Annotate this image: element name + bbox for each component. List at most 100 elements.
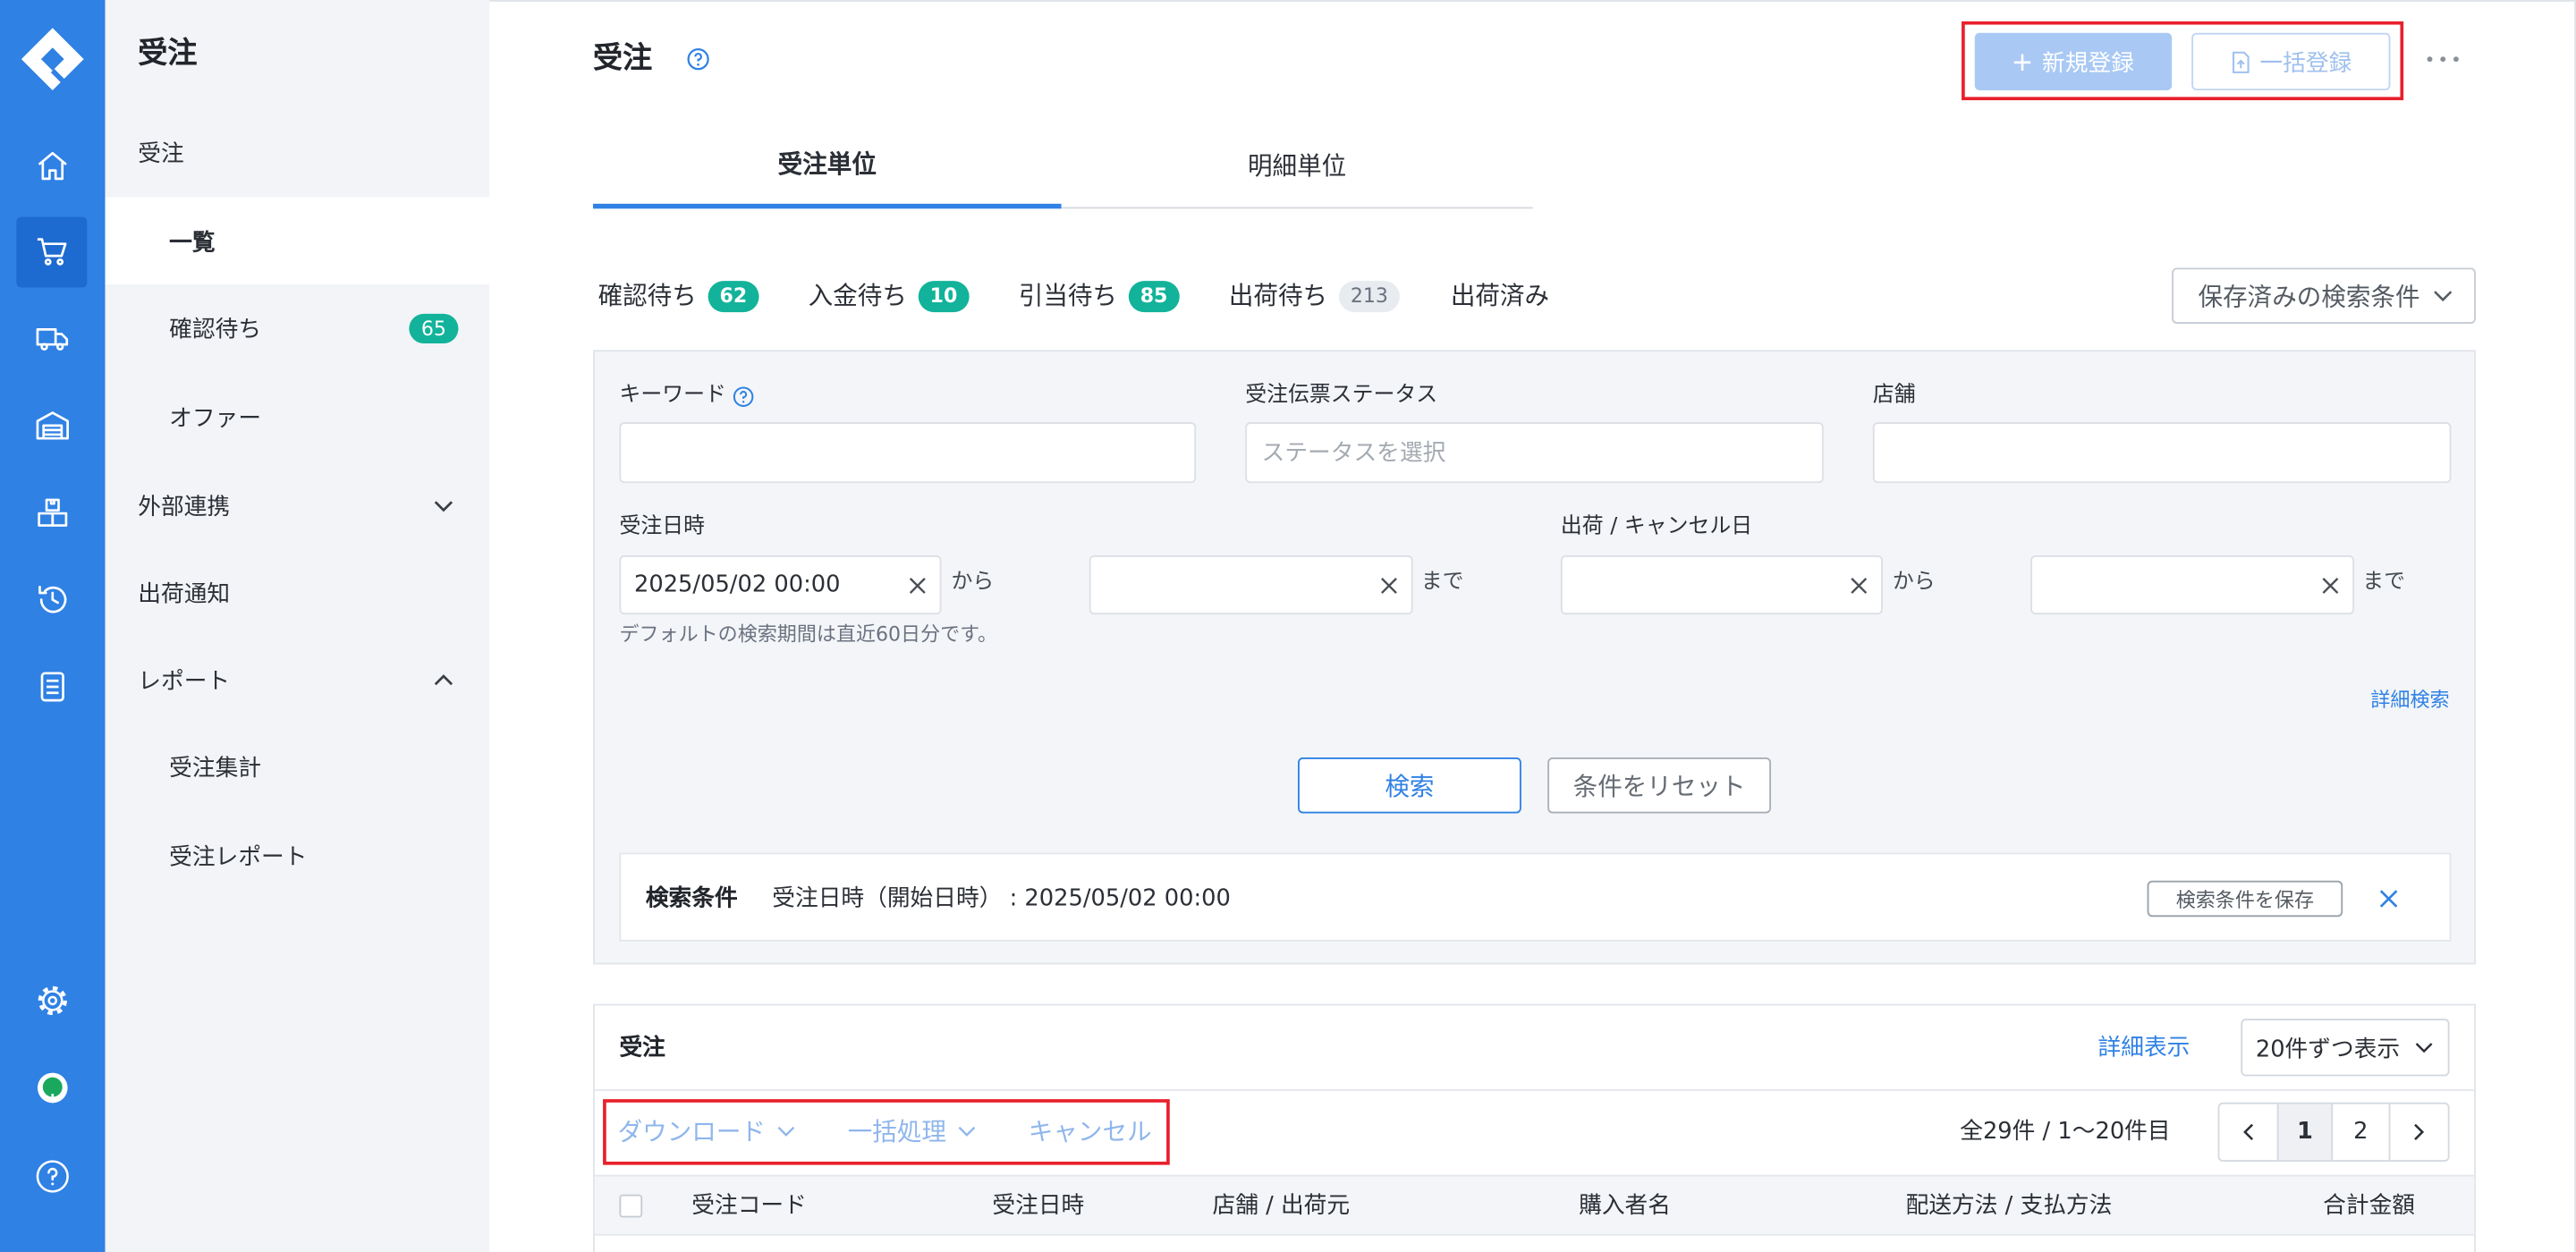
nav-master[interactable] <box>16 651 87 722</box>
status-filter-awaiting-payment[interactable]: 入金待ち 10 <box>808 276 970 316</box>
detail-view-link[interactable]: 詳細表示 <box>2098 1032 2190 1065</box>
sidebar-item-offer[interactable]: オファー <box>106 373 490 461</box>
count-badge: 65 <box>409 313 459 343</box>
sidebar-item-label: 受注レポート <box>169 844 308 871</box>
chevron-right-icon <box>2414 1123 2425 1141</box>
ship-date-from-field[interactable] <box>1560 554 1883 615</box>
tab-label: 明細単位 <box>1247 151 1347 182</box>
download-menu[interactable]: ダウンロード <box>618 1114 797 1147</box>
order-date-from-field[interactable] <box>619 554 942 615</box>
sidebar: 受注 受注 一覧 確認待ち 65 オファー 外部連携 出荷通知 レポート 受注集… <box>105 0 490 1252</box>
clear-icon[interactable] <box>2321 577 2339 595</box>
range-from-word: から <box>1892 570 1936 596</box>
logo[interactable] <box>20 26 85 91</box>
nav-warehouse[interactable] <box>16 390 87 461</box>
prev-page-button[interactable] <box>2219 1104 2276 1160</box>
nav-orders[interactable] <box>16 216 88 287</box>
page-size-select[interactable]: 20件ずつ表示 <box>2241 1019 2450 1077</box>
clear-icon[interactable] <box>909 577 927 595</box>
search-button-label: 検索 <box>1385 771 1435 801</box>
new-order-button[interactable]: 新規登録 <box>1974 32 2173 91</box>
select-all-checkbox[interactable] <box>619 1194 643 1218</box>
boxes-icon <box>37 498 67 527</box>
tab-line-item-unit[interactable]: 明細単位 <box>1061 123 1533 209</box>
search-button[interactable]: 検索 <box>1298 757 1521 814</box>
status-filter-label: 出荷待ち <box>1228 281 1328 311</box>
nav-shipping[interactable] <box>16 303 87 374</box>
column-header[interactable]: 受注コード <box>691 1189 807 1222</box>
advanced-search-link[interactable]: 詳細検索 <box>2370 685 2449 715</box>
save-conditions-label: 検索条件を保存 <box>2175 888 2315 911</box>
nav-settings[interactable] <box>16 965 87 1036</box>
status-filter-pending-confirmation[interactable]: 確認待ち 62 <box>598 276 759 316</box>
column-header[interactable]: 店舗 / 出荷元 <box>1213 1189 1351 1222</box>
reset-conditions-button[interactable]: 条件をリセット <box>1547 757 1772 814</box>
order-date-to-input[interactable] <box>1090 556 1411 613</box>
count-badge: 213 <box>1338 280 1400 312</box>
cart-icon <box>37 238 66 266</box>
tab-order-unit[interactable]: 受注単位 <box>593 123 1062 209</box>
keyword-field[interactable] <box>619 422 1197 484</box>
bulk-register-button[interactable]: 一括登録 <box>2191 32 2391 91</box>
help-circle-icon[interactable] <box>687 47 710 71</box>
sidebar-item-shipping-notice[interactable]: 出荷通知 <box>106 549 490 638</box>
sidebar-item-integrations[interactable]: 外部連携 <box>106 461 490 550</box>
download-label: ダウンロード <box>617 1116 766 1146</box>
nav-home[interactable] <box>16 131 87 201</box>
column-header[interactable]: 合計金額 <box>2323 1189 2415 1222</box>
sidebar-item-pending-confirmation[interactable]: 確認待ち 65 <box>106 284 490 373</box>
warehouse-icon <box>35 411 69 440</box>
nav-help[interactable] <box>16 1141 87 1212</box>
search-period-hint: デフォルトの検索期間は直近60日分です。 <box>619 622 998 647</box>
status-select[interactable]: ステータスを選択 <box>1245 422 1824 484</box>
save-conditions-button[interactable]: 検索条件を保存 <box>2147 880 2343 918</box>
sidebar-item-orders[interactable]: 受注 <box>106 108 490 197</box>
ship-date-to-field[interactable] <box>2030 554 2355 615</box>
next-page-button[interactable] <box>2388 1104 2446 1161</box>
order-date-to-field[interactable] <box>1089 554 1413 615</box>
status-filter-shipped[interactable]: 出荷済み <box>1451 276 1549 316</box>
pagination: 1 2 <box>2217 1102 2450 1162</box>
sidebar-item-order-summary[interactable]: 受注集計 <box>106 723 490 811</box>
gear-icon <box>37 986 67 1016</box>
ship-date-to-input[interactable] <box>2032 556 2353 613</box>
chevron-down-icon <box>434 501 453 512</box>
saved-search-dropdown[interactable]: 保存済みの検索条件 <box>2172 267 2476 324</box>
column-header[interactable]: 配送方法 / 支払方法 <box>1906 1189 2113 1222</box>
keyword-input[interactable] <box>621 424 1195 482</box>
store-select[interactable] <box>1872 422 2452 484</box>
order-date-from-input[interactable] <box>621 556 940 613</box>
nav-inventory[interactable] <box>16 478 87 548</box>
sidebar-item-reports[interactable]: レポート <box>106 636 490 724</box>
app-root: 受注 受注 一覧 確認待ち 65 オファー 外部連携 出荷通知 レポート 受注集… <box>0 0 2576 1252</box>
bulk-action-menu[interactable]: 一括処理 <box>848 1114 978 1147</box>
close-icon[interactable] <box>2379 889 2399 909</box>
order-date-label: 受注日時 <box>619 514 705 539</box>
clear-icon[interactable] <box>1850 577 1868 595</box>
page-button-2[interactable]: 2 <box>2333 1104 2388 1160</box>
saved-search-label: 保存済みの検索条件 <box>2198 282 2420 312</box>
table-header: 受注コード 受注日時 店舗 / 出荷元 購入者名 配送方法 / 支払方法 合計金… <box>594 1174 2475 1236</box>
more-icon[interactable] <box>2425 49 2461 69</box>
column-header[interactable]: 購入者名 <box>1579 1189 1671 1222</box>
sidebar-item-list[interactable]: 一覧 <box>105 197 490 284</box>
chevron-up-icon <box>434 674 453 686</box>
page-button-1[interactable]: 1 <box>2276 1104 2334 1161</box>
clear-icon[interactable] <box>1380 577 1398 595</box>
ship-date-from-input[interactable] <box>1562 556 1882 613</box>
status-filter-label: 入金待ち <box>808 281 907 311</box>
status-filter-awaiting-shipment[interactable]: 出荷待ち 213 <box>1229 276 1400 316</box>
chevron-left-icon <box>2242 1123 2253 1141</box>
nav-status[interactable] <box>16 1054 87 1125</box>
sidebar-item-label: 出荷通知 <box>138 581 231 608</box>
icon-rail <box>0 0 106 1252</box>
bulk-register-label: 一括登録 <box>2259 50 2352 77</box>
history-icon <box>38 585 66 613</box>
column-header[interactable]: 受注日時 <box>992 1189 1084 1222</box>
sidebar-item-order-report[interactable]: 受注レポート <box>106 812 490 901</box>
nav-history[interactable] <box>16 564 87 635</box>
help-circle-icon[interactable] <box>733 385 754 407</box>
status-filter-awaiting-allocation[interactable]: 引当待ち 85 <box>1019 276 1180 316</box>
store-input[interactable] <box>1874 424 2450 482</box>
cancel-action[interactable]: キャンセル <box>1029 1114 1152 1147</box>
